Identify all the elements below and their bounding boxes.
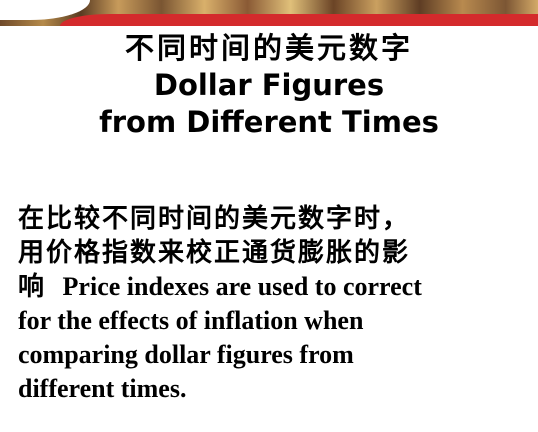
title-chinese: 不同时间的美元数字: [124, 31, 413, 65]
body-english-line-2: for the effects of inflation when: [18, 306, 364, 335]
body-chinese-line-3: 响: [18, 272, 47, 302]
banner-red-stripe: [60, 14, 538, 26]
title-english-line-2: from Different Times: [99, 105, 439, 139]
body-chinese-line-1: 在比较不同时间的美元数字时，: [18, 204, 411, 234]
title-english-line-1: Dollar Figures: [153, 68, 385, 102]
body-english-line-4: different times.: [18, 374, 187, 403]
slide-body: 在比较不同时间的美元数字时， 用价格指数来校正通货膨胀的影 响 Price in…: [18, 202, 530, 406]
body-english-line-3: comparing dollar figures from: [18, 340, 354, 369]
body-english-line-1: Price indexes are used to correct: [62, 272, 422, 301]
body-chinese-line-2: 用价格指数来校正通货膨胀的影: [18, 238, 411, 268]
header-banner: [0, 0, 538, 26]
slide-title: 不同时间的美元数字 Dollar Figures from Different …: [0, 30, 538, 141]
body-mixed-line: 响 Price indexes are used to correct: [18, 270, 530, 304]
